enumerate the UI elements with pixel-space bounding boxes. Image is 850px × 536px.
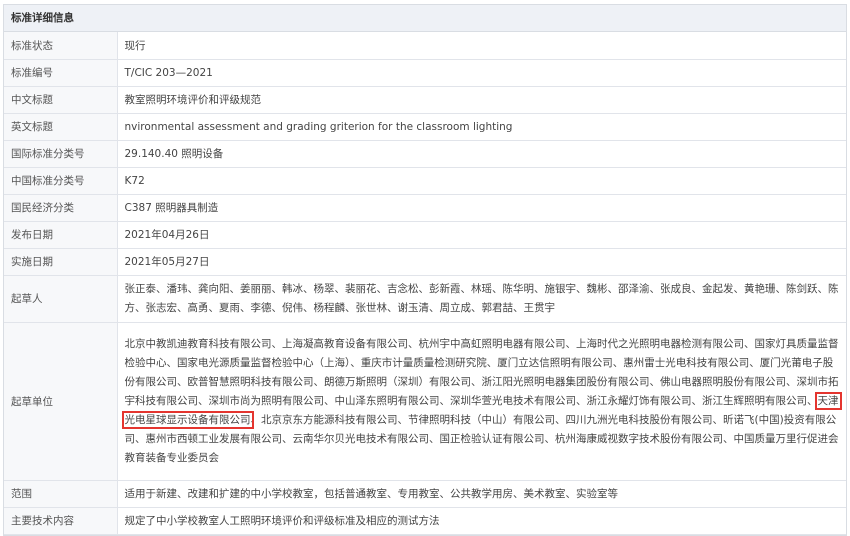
table-row: 国际标准分类号 29.140.40 照明设备 xyxy=(4,140,846,168)
row-label: 标准编号 xyxy=(4,59,118,87)
row-label: 起草人 xyxy=(4,275,118,323)
units-text-before: 北京中教凯迪教育科技有限公司、上海凝高教育设备有限公司、杭州宇中高虹照明电器有限… xyxy=(124,337,839,407)
table-row: 起草人 张正泰、潘玮、龚向阳、姜丽丽、韩冰、杨翠、裴丽花、吉念松、彭新霞、林瑶、… xyxy=(4,275,846,323)
drafters-value: 张正泰、潘玮、龚向阳、姜丽丽、韩冰、杨翠、裴丽花、吉念松、彭新霞、林瑶、陈华明、… xyxy=(117,275,846,323)
ics-value: 29.140.40 照明设备 xyxy=(117,140,846,168)
status-value: 现行 xyxy=(117,32,846,60)
table-row: 中文标题 教室照明环境评价和评级规范 xyxy=(4,86,846,114)
standard-number-value: T/CIC 203—2021 xyxy=(117,59,846,87)
table-row: 英文标题 nvironmental assessment and grading… xyxy=(4,113,846,141)
table-row: 标准状态 现行 xyxy=(4,32,846,60)
chinese-title-value: 教室照明环境评价和评级规范 xyxy=(117,86,846,114)
table-row: 国民经济分类 C387 照明器具制造 xyxy=(4,194,846,222)
table-row: 实施日期 2021年05月27日 xyxy=(4,248,846,276)
detail-table: 标准状态 现行 标准编号 T/CIC 203—2021 中文标题 教室照明环境评… xyxy=(4,32,846,535)
table-row: 主要技术内容 规定了中小学校教室人工照明环境评价和评级标准及相应的测试方法 xyxy=(4,507,846,535)
table-row: 范围 适用于新建、改建和扩建的中小学校教室，包括普通教室、专用教室、公共教学用房… xyxy=(4,480,846,508)
row-label: 国民经济分类 xyxy=(4,194,118,222)
table-row: 标准编号 T/CIC 203—2021 xyxy=(4,59,846,87)
row-label: 中国标准分类号 xyxy=(4,167,118,195)
row-label: 英文标题 xyxy=(4,113,118,141)
scope-value: 适用于新建、改建和扩建的中小学校教室，包括普通教室、专用教室、公共教学用房、美术… xyxy=(117,480,846,508)
economy-class-value: C387 照明器具制造 xyxy=(117,194,846,222)
row-label: 发布日期 xyxy=(4,221,118,249)
english-title-value: nvironmental assessment and grading grit… xyxy=(117,113,846,141)
row-label: 起草单位 xyxy=(4,322,118,481)
row-label: 中文标题 xyxy=(4,86,118,114)
table-row: 起草单位 北京中教凯迪教育科技有限公司、上海凝高教育设备有限公司、杭州宇中高虹照… xyxy=(4,322,846,481)
table-row: 中国标准分类号 K72 xyxy=(4,167,846,195)
drafting-units-value: 北京中教凯迪教育科技有限公司、上海凝高教育设备有限公司、杭州宇中高虹照明电器有限… xyxy=(117,322,846,481)
row-label: 主要技术内容 xyxy=(4,507,118,535)
main-content-value: 规定了中小学校教室人工照明环境评价和评级标准及相应的测试方法 xyxy=(117,507,846,535)
ccs-value: K72 xyxy=(117,167,846,195)
section-title: 标准详细信息 xyxy=(4,5,846,32)
row-label: 国际标准分类号 xyxy=(4,140,118,168)
implement-date-value: 2021年05月27日 xyxy=(117,248,846,276)
row-label: 标准状态 xyxy=(4,32,118,60)
publish-date-value: 2021年04月26日 xyxy=(117,221,846,249)
row-label: 范围 xyxy=(4,480,118,508)
standard-detail-panel: 标准详细信息 标准状态 现行 标准编号 T/CIC 203—2021 中文标题 … xyxy=(3,4,847,536)
row-label: 实施日期 xyxy=(4,248,118,276)
table-row: 发布日期 2021年04月26日 xyxy=(4,221,846,249)
